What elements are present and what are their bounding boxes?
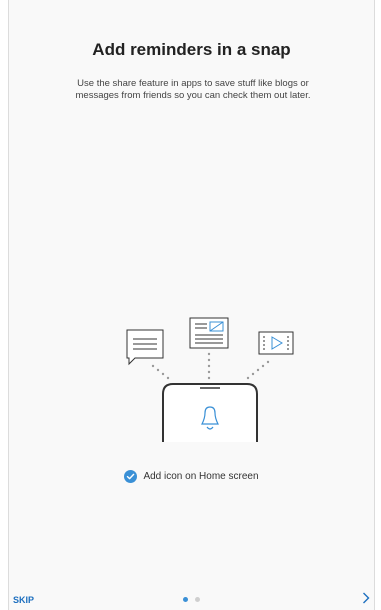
page-indicator — [9, 597, 374, 602]
page-dot-2 — [195, 597, 200, 602]
video-icon — [258, 331, 294, 355]
checkmark-icon[interactable] — [124, 470, 138, 483]
home-screen-option[interactable]: Add icon on Home screen — [9, 470, 374, 483]
message-icon — [126, 329, 164, 366]
page-description: Use the share feature in apps to save st… — [75, 78, 311, 101]
onboarding-screen: Add reminders in a snap Use the share fe… — [8, 0, 375, 610]
share-illustration — [126, 317, 294, 442]
next-button[interactable] — [360, 590, 372, 606]
article-icon — [189, 317, 229, 349]
page-dot-1 — [183, 597, 188, 602]
checkbox-label: Add icon on Home screen — [143, 471, 259, 482]
phone-icon — [162, 383, 258, 442]
chevron-right-icon — [363, 592, 370, 604]
page-title: Add reminders in a snap — [92, 40, 291, 59]
